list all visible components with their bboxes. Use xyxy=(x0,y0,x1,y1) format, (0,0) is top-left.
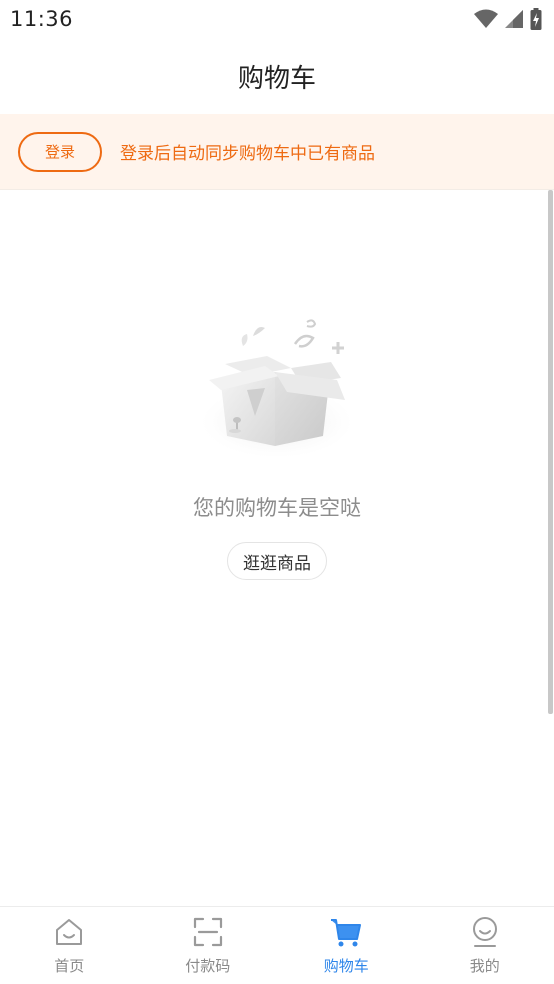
user-icon xyxy=(472,917,497,947)
login-banner: 登录 登录后自动同步购物车中已有商品 xyxy=(0,114,554,190)
home-icon xyxy=(56,919,83,945)
nav-label-home: 首页 xyxy=(54,957,85,975)
nav-item-cart[interactable]: 购物车 xyxy=(277,907,416,984)
nav-item-payment-code[interactable]: 付款码 xyxy=(139,907,278,984)
bottom-nav: 首页 付款码 购物车 我的 xyxy=(0,906,554,984)
nav-label-cart: 购物车 xyxy=(323,957,369,975)
nav-item-mine[interactable]: 我的 xyxy=(416,907,554,984)
nav-label-payment-code: 付款码 xyxy=(185,957,231,975)
cart-content: 您的购物车是空哒 逛逛商品 xyxy=(0,190,554,906)
scan-icon xyxy=(193,917,222,947)
nav-item-home[interactable]: 首页 xyxy=(0,907,139,984)
signal-icon xyxy=(505,10,523,28)
status-time: 11:36 xyxy=(10,7,74,31)
login-button[interactable]: 登录 xyxy=(18,131,102,172)
cart-icon xyxy=(331,919,362,947)
battery-icon xyxy=(530,8,542,30)
scrollbar[interactable] xyxy=(548,190,553,714)
login-tip: 登录后自动同步购物车中已有商品 xyxy=(120,144,375,164)
empty-cart-message: 您的购物车是空哒 xyxy=(193,496,361,520)
title-bar: 购物车 xyxy=(0,38,554,114)
cart-screen: 11:36 购物车 登录 登录后自动同步购物车中已有商品 您的购物车是空哒 逛逛… xyxy=(0,0,554,984)
browse-products-button[interactable]: 逛逛商品 xyxy=(227,542,327,580)
empty-box-icon xyxy=(201,319,353,458)
wifi-icon xyxy=(474,9,498,28)
status-bar: 11:36 xyxy=(0,0,554,38)
nav-label-mine: 我的 xyxy=(469,957,500,975)
status-icons xyxy=(474,8,542,30)
page-title: 购物车 xyxy=(237,63,316,94)
